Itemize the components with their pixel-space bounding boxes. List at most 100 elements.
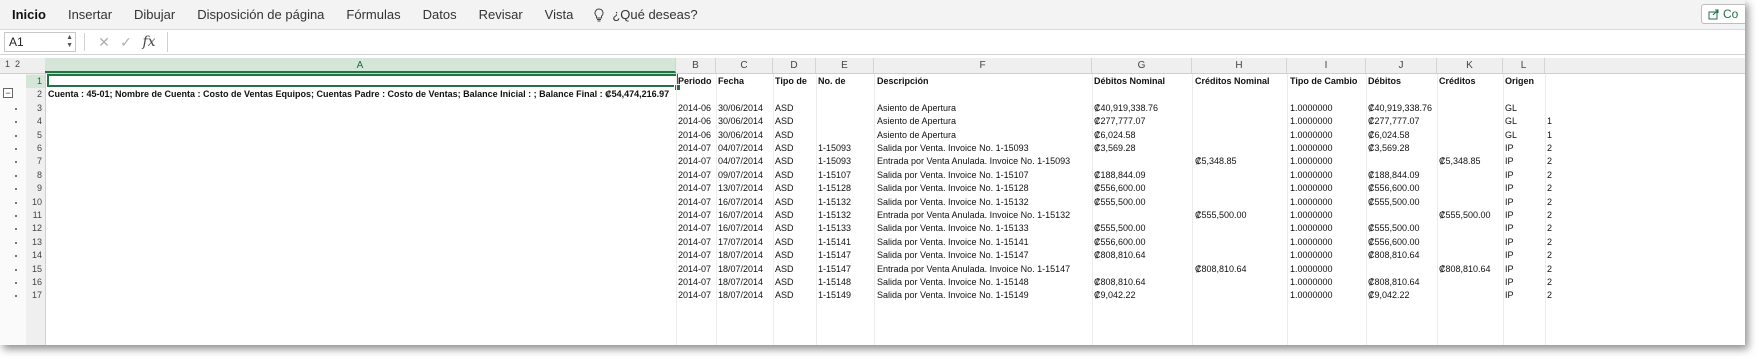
row-header-5[interactable]: 5 [26, 129, 45, 142]
row-header-15[interactable]: 15 [26, 263, 45, 276]
cell-e[interactable]: 1-15132 [818, 209, 851, 222]
row-header-17[interactable]: 17 [26, 289, 45, 302]
cell-l[interactable]: IP [1505, 222, 1514, 235]
cell-m[interactable]: 2 [1547, 196, 1552, 209]
cell-d[interactable]: ASD [775, 289, 794, 302]
cell-e[interactable]: 1-15093 [818, 155, 851, 168]
column-title-i[interactable]: Tipo de Cambio [1290, 75, 1357, 88]
cell-b[interactable]: 2014-07 [678, 236, 711, 249]
cell-j[interactable]: ₡555,500.00 [1368, 196, 1420, 209]
column-header-h[interactable]: H [1192, 58, 1287, 73]
cell-g[interactable]: ₡188,844.09 [1094, 169, 1146, 182]
cell-g[interactable]: ₡555,500.00 [1094, 196, 1146, 209]
cell-k[interactable]: ₡555,500.00 [1439, 209, 1491, 222]
cell-l[interactable]: IP [1505, 209, 1514, 222]
cell-e[interactable]: 1-15133 [818, 222, 851, 235]
cell-grid[interactable]: Periodo Fecha Tipo de No. de Descripción Débi… [45, 74, 1745, 345]
cell-i[interactable]: 1.0000000 [1290, 102, 1333, 115]
cell-c[interactable]: 04/07/2014 [718, 142, 763, 155]
cell-b[interactable]: 2014-07 [678, 155, 711, 168]
column-header-g[interactable]: G [1092, 58, 1192, 73]
cell-h[interactable]: ₡555,500.00 [1195, 209, 1247, 222]
cell-f[interactable]: Asiento de Apertura [877, 129, 956, 142]
cell-j[interactable]: ₡188,844.09 [1368, 169, 1420, 182]
row-header-16[interactable]: 16 [26, 276, 45, 289]
cell-j[interactable]: ₡3,569.28 [1368, 142, 1410, 155]
row-header-7[interactable]: 7 [26, 155, 45, 168]
cell-f[interactable]: Salida por Venta. Invoice No. 1-15149 [877, 289, 1029, 302]
cell-i[interactable]: 1.0000000 [1290, 289, 1333, 302]
column-header-b[interactable]: B [676, 58, 716, 73]
cell-d[interactable]: ASD [775, 276, 794, 289]
cell-e[interactable]: 1-15128 [818, 182, 851, 195]
cell-f[interactable]: Salida por Venta. Invoice No. 1-15128 [877, 182, 1029, 195]
cell-l[interactable]: IP [1505, 196, 1514, 209]
cell-b[interactable]: 2014-06 [678, 102, 711, 115]
column-title-g[interactable]: Débitos Nominal [1094, 75, 1165, 88]
cell-j[interactable]: ₡555,500.00 [1368, 222, 1420, 235]
cell-c[interactable]: 09/07/2014 [718, 169, 763, 182]
cell-i[interactable]: 1.0000000 [1290, 276, 1333, 289]
cell-l[interactable]: IP [1505, 169, 1514, 182]
cell-l[interactable]: IP [1505, 155, 1514, 168]
cell-c[interactable]: 18/07/2014 [718, 276, 763, 289]
cell-m[interactable]: 1 [1547, 129, 1552, 142]
row-header-8[interactable]: 8 [26, 169, 45, 182]
insert-function-icon[interactable]: fx [137, 34, 161, 50]
cell-l[interactable]: IP [1505, 249, 1514, 262]
cell-d[interactable]: ASD [775, 196, 794, 209]
cell-b[interactable]: 2014-07 [678, 222, 711, 235]
cell-f[interactable]: Salida por Venta. Invoice No. 1-15093 [877, 142, 1029, 155]
cell-i[interactable]: 1.0000000 [1290, 222, 1333, 235]
cell-m[interactable]: 2 [1547, 249, 1552, 262]
cell-g[interactable]: ₡9,042.22 [1094, 289, 1136, 302]
column-title-b[interactable]: Periodo [678, 75, 712, 88]
row-header-11[interactable]: 11 [26, 209, 45, 222]
cell-b[interactable]: 2014-07 [678, 263, 711, 276]
cell-d[interactable]: ASD [775, 142, 794, 155]
outline-level-2-button[interactable]: 2 [15, 59, 20, 69]
row-header-1[interactable]: 1 [26, 75, 45, 89]
row-header-12[interactable]: 12 [26, 222, 45, 235]
cell-l[interactable]: IP [1505, 182, 1514, 195]
cell-b[interactable]: 2014-07 [678, 276, 711, 289]
cell-i[interactable]: 1.0000000 [1290, 249, 1333, 262]
column-header-k[interactable]: K [1437, 58, 1503, 73]
name-box[interactable]: A1 ▲ ▼ [4, 32, 76, 52]
column-title-f[interactable]: Descripción [877, 75, 929, 88]
cell-b[interactable]: 2014-06 [678, 129, 711, 142]
cell-g[interactable]: ₡555,500.00 [1094, 222, 1146, 235]
cell-b[interactable]: 2014-07 [678, 209, 711, 222]
cell-i[interactable]: 1.0000000 [1290, 129, 1333, 142]
outline-level-1-button[interactable]: 1 [5, 59, 10, 69]
cell-g[interactable]: ₡3,569.28 [1094, 142, 1136, 155]
tab-datos[interactable]: Datos [412, 0, 468, 29]
cell-d[interactable]: ASD [775, 263, 794, 276]
cell-j[interactable]: ₡808,810.64 [1368, 276, 1420, 289]
cell-l[interactable]: IP [1505, 276, 1514, 289]
cell-c[interactable]: 17/07/2014 [718, 236, 763, 249]
cell-c[interactable]: 04/07/2014 [718, 155, 763, 168]
cell-m[interactable]: 2 [1547, 209, 1552, 222]
enter-icon[interactable]: ✓ [115, 34, 137, 51]
cell-f[interactable]: Salida por Venta. Invoice No. 1-15133 [877, 222, 1029, 235]
cell-d[interactable]: ASD [775, 129, 794, 142]
cell-b[interactable]: 2014-07 [678, 249, 711, 262]
name-box-stepper-icon[interactable]: ▲ ▼ [66, 34, 73, 50]
cell-c[interactable]: 13/07/2014 [718, 182, 763, 195]
row-header-4[interactable]: 4 [26, 115, 45, 128]
cell-e[interactable]: 1-15147 [818, 263, 851, 276]
cell-i[interactable]: 1.0000000 [1290, 142, 1333, 155]
column-title-d[interactable]: Tipo de [775, 75, 807, 88]
cell-i[interactable]: 1.0000000 [1290, 209, 1333, 222]
cell-c[interactable]: 16/07/2014 [718, 222, 763, 235]
row-header-13[interactable]: 13 [26, 236, 45, 249]
select-all-corner[interactable] [26, 58, 46, 73]
cell-g[interactable]: ₡808,810.64 [1094, 276, 1146, 289]
cell-f[interactable]: Entrada por Venta Anulada. Invoice No. 1… [877, 155, 1070, 168]
cell-l[interactable]: GL [1505, 102, 1517, 115]
cell-m[interactable]: 2 [1547, 182, 1552, 195]
cell-e[interactable]: 1-15093 [818, 142, 851, 155]
cancel-icon[interactable]: ✕ [93, 34, 115, 51]
tab-disposición-de-página[interactable]: Disposición de página [186, 0, 335, 29]
